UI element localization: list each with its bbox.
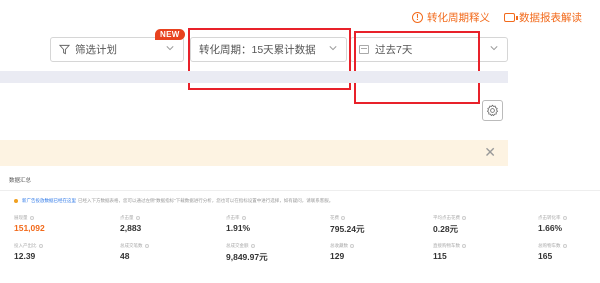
metric-label: 点击量 — [120, 215, 134, 220]
metric-value: 129 — [330, 251, 345, 261]
filter-icon — [59, 44, 70, 55]
info-icon — [462, 243, 466, 248]
metric-value: 1.66% — [538, 223, 563, 233]
metric-label: 总收藏数 — [330, 243, 348, 248]
info-icon — [462, 215, 466, 220]
plan-filter-select[interactable]: 筛选计划 — [50, 37, 184, 62]
toolbar-band — [0, 71, 508, 83]
calendar-icon — [359, 45, 369, 54]
conversion-period-help-link[interactable]: ! 转化周期释义 — [412, 10, 490, 25]
metric-value: 0.28元 — [433, 224, 459, 234]
metric-roi[interactable]: 投入产出比 12.39 — [14, 242, 94, 261]
divider — [0, 190, 600, 191]
metric-label: 花费 — [330, 215, 339, 220]
report-icon — [504, 13, 518, 22]
info-icon — [144, 243, 149, 248]
plan-filter-label: 筛选计划 — [75, 44, 117, 56]
chevron-down-icon — [490, 46, 498, 51]
conversion-period-select[interactable]: 转化周期：15天累计数据 — [190, 37, 347, 62]
metric-value: 1.91% — [226, 223, 251, 233]
metric-value: 795.24元 — [330, 224, 365, 234]
close-icon[interactable]: ✕ — [484, 145, 496, 159]
info-icon — [29, 215, 34, 220]
info-icon — [562, 243, 567, 248]
metric-impressions[interactable]: 展现量 151,092 — [14, 214, 94, 233]
section-title: 数据汇总 — [9, 178, 32, 184]
top-links: ! 转化周期释义 数据报表解读 — [412, 10, 582, 25]
metric-label: 总成交笔数 — [120, 243, 143, 248]
chevron-down-icon — [166, 46, 174, 51]
date-range-select[interactable]: 过去7天 — [350, 37, 508, 62]
info-icon — [341, 215, 345, 220]
info-icon — [350, 243, 354, 248]
conversion-period-label: 转化周期：15天累计数据 — [199, 44, 316, 56]
metric-value: 12.39 — [14, 251, 36, 261]
summary-notice: 新广告投放数据已经在这里 已经入下方数据表格，您可以通过左侧"数据指标"下载数据… — [14, 196, 434, 205]
metric-label: 总购物车数 — [538, 243, 561, 248]
metric-cost[interactable]: 花费 795.24元 — [330, 214, 410, 235]
metric-label: 投入产出比 — [14, 243, 37, 248]
info-icon: ! — [412, 12, 423, 23]
metric-label: 展现量 — [14, 215, 28, 220]
metric-gmv[interactable]: 总成交金额 9,849.97元 — [226, 242, 306, 263]
conversion-period-help-label: 转化周期释义 — [427, 12, 490, 24]
metric-click-conversion[interactable]: 点击转化率 1.66% — [538, 214, 598, 233]
report-interpretation-link[interactable]: 数据报表解读 — [504, 10, 582, 25]
metric-value: 9,849.97元 — [226, 252, 268, 262]
metric-avg-click-cost[interactable]: 平均点击花费 0.28元 — [433, 214, 513, 235]
chevron-down-icon — [329, 46, 337, 51]
metric-value: 2,883 — [120, 223, 142, 233]
metric-favorites[interactable]: 总收藏数 129 — [330, 242, 410, 261]
gear-icon — [486, 104, 499, 117]
info-icon — [562, 215, 567, 220]
metric-label: 直接购物车数 — [433, 243, 460, 248]
date-range-label: 过去7天 — [375, 44, 413, 56]
metric-ctr[interactable]: 点击率 1.91% — [226, 214, 306, 233]
metric-label: 总成交金额 — [226, 243, 249, 248]
metric-label: 点击率 — [226, 215, 240, 220]
report-interpretation-label: 数据报表解读 — [519, 12, 582, 24]
metric-value: 165 — [538, 251, 553, 261]
metric-value: 151,092 — [14, 223, 45, 233]
new-badge: NEW — [155, 29, 185, 40]
metric-label: 平均点击花费 — [433, 215, 460, 220]
notice-dot-icon — [14, 198, 18, 203]
metric-value: 115 — [433, 251, 447, 261]
info-icon — [38, 243, 43, 248]
info-icon — [135, 215, 140, 220]
metric-clicks[interactable]: 点击量 2,883 — [120, 214, 200, 233]
metric-value: 48 — [120, 251, 130, 261]
notice-text: 已经入下方数据表格，您可以通过左侧"数据指标"下载数据进行分析，您也可以在指标设… — [78, 197, 334, 203]
info-icon — [250, 243, 255, 248]
info-icon — [241, 215, 246, 220]
alert-bar: ✕ — [0, 140, 508, 166]
notice-link[interactable]: 新广告投放数据已经在这里 — [22, 198, 76, 204]
metric-orders[interactable]: 总成交笔数 48 — [120, 242, 200, 261]
metric-label: 点击转化率 — [538, 215, 561, 220]
metric-direct-cart[interactable]: 直接购物车数 115 — [433, 242, 513, 261]
settings-button[interactable] — [482, 100, 503, 121]
metric-total-cart[interactable]: 总购物车数 165 — [538, 242, 598, 261]
